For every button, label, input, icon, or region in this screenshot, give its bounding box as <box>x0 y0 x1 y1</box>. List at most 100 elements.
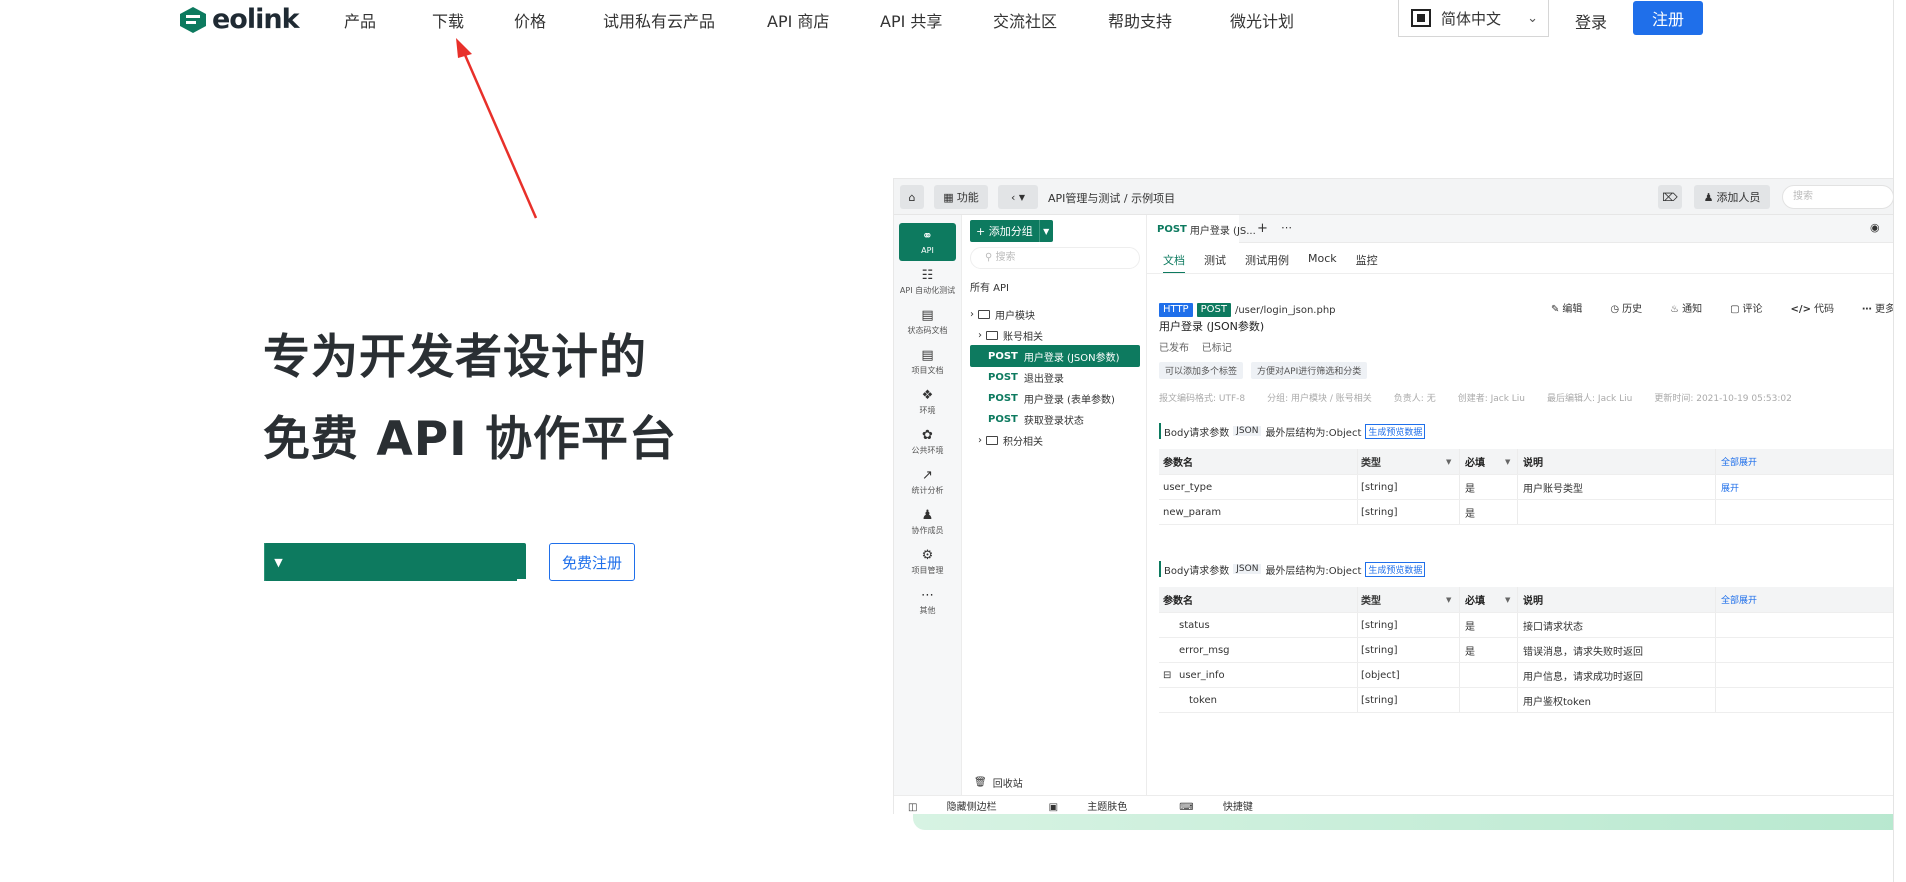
share-icon[interactable]: ⌦ <box>1658 185 1682 209</box>
free-register-button[interactable]: 免费注册 <box>549 543 635 581</box>
expand-all-link[interactable]: 全部展开 <box>1721 593 1757 606</box>
nav-product[interactable]: 产品 <box>344 8 376 32</box>
bottom-label: 快捷键 <box>1222 802 1253 813</box>
back-forward-button[interactable]: ‹ ▼ <box>998 185 1038 209</box>
history-action[interactable]: ◷ 历史 <box>1610 300 1656 315</box>
expand-all-link[interactable]: 全部展开 <box>1721 455 1757 468</box>
download-windows-button[interactable]: ⤓ 下载 Windows 客户端 ▼ <box>264 543 1264 617</box>
tree-label: 账号相关 <box>1003 331 1043 343</box>
language-select[interactable]: 简体中文 ⌄ <box>1398 0 1549 37</box>
subtab-test[interactable]: 测试 <box>1204 252 1226 274</box>
app-preview: ⌂ ▦ 功能 ‹ ▼ API管理与测试 / 示例项目 ⌦ ♟ 添加人员 搜索 ⚭… <box>893 178 1893 814</box>
col-divider <box>1357 587 1358 612</box>
nav-community[interactable]: 交流社区 <box>993 8 1057 32</box>
tree-folder-account[interactable]: › 账号相关 <box>970 324 1140 346</box>
sidebar-item-environment[interactable]: ❖ 环境 <box>899 383 956 421</box>
add-group-button[interactable]: + 添加分组 ▼ <box>970 220 1053 242</box>
nav-pricing[interactable]: 价格 <box>514 8 546 32</box>
tree-search-input[interactable]: ⚲ 搜索 <box>970 247 1140 269</box>
col-divider <box>1459 688 1460 712</box>
tree-search-placeholder: 搜索 <box>995 252 1016 263</box>
tree-api-logout[interactable]: POST 退出登录 <box>970 366 1140 388</box>
tree-folder-user-module[interactable]: › 用户模块 <box>970 303 1140 325</box>
generate-preview-button[interactable]: 生成预览数据 <box>1365 423 1426 439</box>
nav-api-share[interactable]: API 共享 <box>880 8 942 32</box>
more-icon: ⋯ <box>1861 304 1872 315</box>
features-button[interactable]: ▦ 功能 <box>934 185 988 209</box>
param-desc: 用户鉴权token <box>1523 696 1591 708</box>
col-divider <box>1517 663 1518 687</box>
cube-icon: ❖ <box>921 387 934 403</box>
filter-icon[interactable]: ▼ <box>1505 596 1510 604</box>
generate-preview-button[interactable]: 生成预览数据 <box>1365 561 1426 577</box>
col-divider <box>1357 663 1358 687</box>
marked-status: 已标记 <box>1201 343 1232 354</box>
notify-action[interactable]: ♨ 通知 <box>1670 300 1716 315</box>
comment-icon: ▢ <box>1730 304 1740 315</box>
tree-api-login-form[interactable]: POST 用户登录 (表单参数) <box>970 387 1140 409</box>
more-action[interactable]: ⋯ 更多 <box>1862 300 1893 315</box>
param-desc: 错误消息，请求失败时返回 <box>1523 646 1643 658</box>
col-divider <box>1357 688 1358 712</box>
nav-api-store[interactable]: API 商店 <box>767 8 829 32</box>
add-group-chevron-icon[interactable]: ▼ <box>1038 220 1053 242</box>
expand-link[interactable]: 展开 <box>1721 481 1739 494</box>
api-tag[interactable]: 方便对API进行筛选和分类 <box>1251 362 1368 379</box>
subtab-test-cases[interactable]: 测试用例 <box>1245 252 1289 274</box>
nav-glimmer-plan[interactable]: 微光计划 <box>1230 8 1294 32</box>
sidebar-item-other[interactable]: ⋯ 其他 <box>899 583 956 621</box>
sidebar-item-autotest[interactable]: ☷ API 自动化测试 <box>899 263 956 301</box>
tree-api-login-status[interactable]: POST 获取登录状态 <box>970 408 1140 430</box>
col-divider <box>1459 663 1460 687</box>
download-options-chevron-icon[interactable]: ▼ <box>264 543 292 581</box>
add-member-button[interactable]: ♟ 添加人员 <box>1694 185 1770 209</box>
eolink-logo[interactable]: eolink <box>178 4 300 35</box>
tree-all-api[interactable]: 所有 API <box>970 275 1140 297</box>
add-tab-icon[interactable]: + <box>1257 221 1268 236</box>
filter-icon[interactable]: ▼ <box>1446 596 1451 604</box>
api-tag[interactable]: 可以添加多个标签 <box>1159 362 1244 379</box>
edit-action[interactable]: ✎ 编辑 <box>1551 300 1596 315</box>
col-divider <box>1357 638 1358 662</box>
eye-icon[interactable]: ◉ <box>1870 221 1880 234</box>
tab-login-json[interactable]: POST 用户登录 (JS... <box>1147 215 1256 243</box>
shortcuts-button[interactable]: ⌨ 快捷键 <box>1179 798 1279 813</box>
subtab-monitor[interactable]: 监控 <box>1356 252 1378 274</box>
filter-icon[interactable]: ▼ <box>1505 458 1510 466</box>
sidebar-item-project-manage[interactable]: ⚙ 项目管理 <box>899 543 956 581</box>
subtab-mock[interactable]: Mock <box>1308 252 1337 274</box>
sidebar-item-statistics[interactable]: ↗ 统计分析 <box>899 463 956 501</box>
filter-icon[interactable]: ▼ <box>1446 458 1451 466</box>
sidebar-label: API 自动化测试 <box>899 285 956 295</box>
tree-api-login-json[interactable]: POST 用户登录 (JSON参数) <box>970 345 1140 367</box>
sidebar-label: 项目管理 <box>911 565 944 575</box>
sidebar-item-api[interactable]: ⚭ API <box>899 223 956 261</box>
hide-sidebar-button[interactable]: ◫ 隐藏侧边栏 <box>908 798 1023 813</box>
sidebar-item-public-env[interactable]: ✿ 公共环境 <box>899 423 956 461</box>
clipboard-icon: ☷ <box>921 267 934 283</box>
top-search-input[interactable]: 搜索 <box>1782 185 1893 209</box>
sidebar-item-members[interactable]: ♟ 协作成员 <box>899 503 956 541</box>
register-button[interactable]: 注册 <box>1633 1 1703 35</box>
tree-recycle-bin[interactable]: 🗑 回收站 <box>970 771 1140 793</box>
trash-icon: 🗑 <box>974 776 987 788</box>
collapse-icon[interactable]: ⊟ <box>1163 670 1171 681</box>
code-action[interactable]: </> 代码 <box>1791 300 1848 315</box>
nav-help[interactable]: 帮助支持 <box>1108 8 1172 32</box>
action-label: 编辑 <box>1562 304 1583 315</box>
comment-action[interactable]: ▢ 评论 <box>1730 300 1776 315</box>
sidebar-item-status-codes[interactable]: ▤ 状态码文档 <box>899 303 956 341</box>
nav-private-cloud[interactable]: 试用私有云产品 <box>603 8 715 32</box>
nav-download[interactable]: 下载 <box>432 8 464 32</box>
home-icon[interactable]: ⌂ <box>900 185 924 209</box>
col-type: 类型 <box>1361 596 1381 607</box>
sidebar-item-project-docs[interactable]: ▤ 项目文档 <box>899 343 956 381</box>
tree-folder-points[interactable]: › 积分相关 <box>970 429 1140 451</box>
page-scrollbar[interactable] <box>1893 0 1906 882</box>
chevron-right-icon: › <box>978 434 982 446</box>
more-tabs-icon[interactable]: ⋯ <box>1281 221 1292 234</box>
login-link[interactable]: 登录 <box>1575 9 1607 33</box>
subtab-doc[interactable]: 文档 <box>1163 252 1185 274</box>
theme-button[interactable]: ▣ 主题肤色 <box>1049 798 1154 813</box>
table-row: status [string] 是 接口请求状态 <box>1159 613 1893 638</box>
